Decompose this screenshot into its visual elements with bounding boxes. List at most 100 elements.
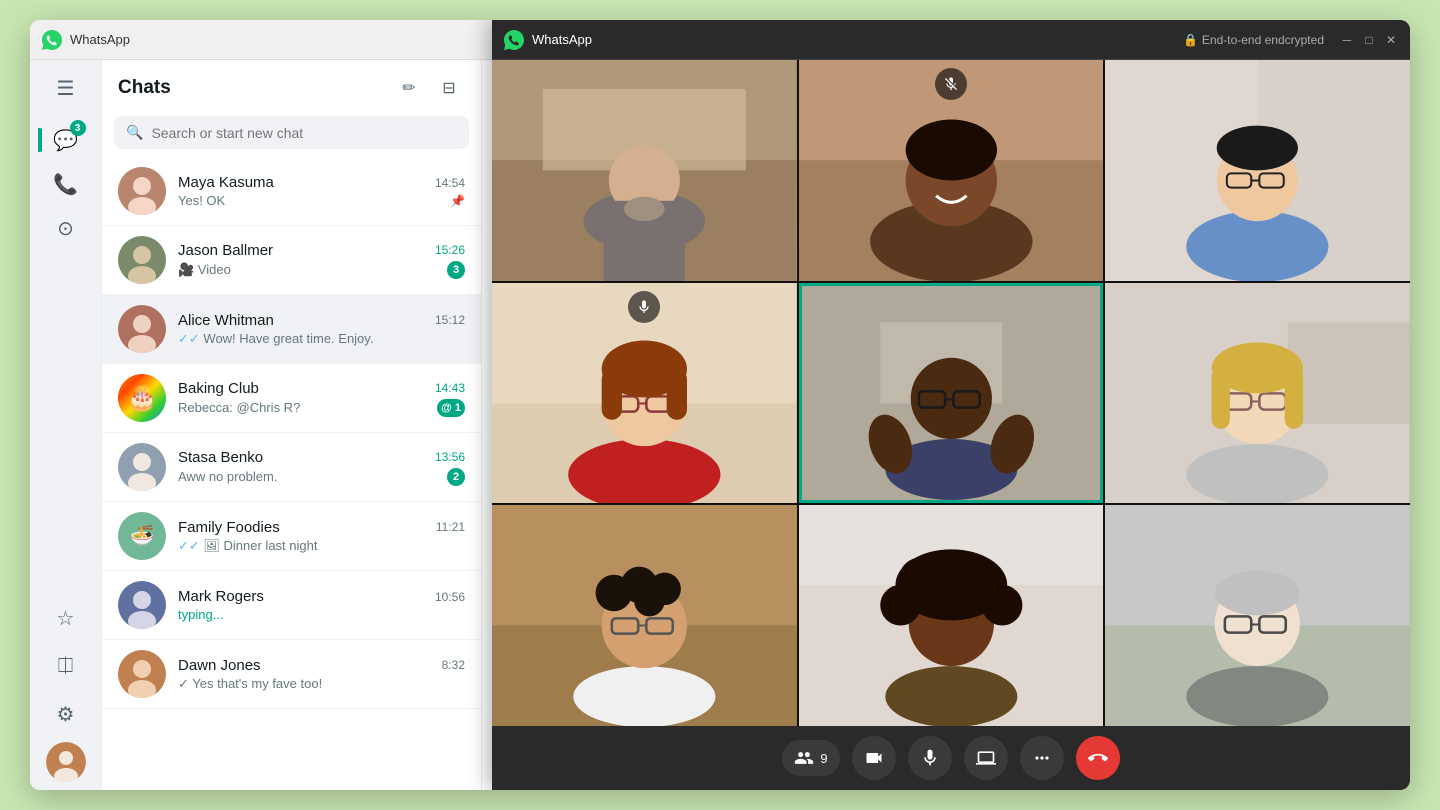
sidebar-item-archived[interactable]: ⎅	[46, 646, 86, 686]
screen-share-button[interactable]	[964, 736, 1008, 780]
avatar	[118, 581, 166, 629]
list-item[interactable]: Alice Whitman 15:12 ✓✓ Wow! Have great t…	[102, 295, 481, 364]
sidebar-item-status[interactable]: ⊙	[46, 208, 86, 248]
avatar: 🎂	[118, 374, 166, 422]
search-bar: 🔍	[114, 116, 469, 149]
mute-indicator	[935, 68, 967, 100]
video-controls: 9	[492, 726, 1410, 790]
avatar: 🍜	[118, 512, 166, 560]
chat-time: 10:56	[435, 590, 465, 604]
participants-icon	[794, 748, 814, 768]
chat-name: Jason Ballmer	[178, 242, 273, 259]
avatar	[118, 236, 166, 284]
chat-info: Maya Kasuma 14:54 Yes! OK 📌	[178, 174, 465, 208]
chat-info: Mark Rogers 10:56 typing...	[178, 588, 465, 622]
main-window: WhatsApp ─ □ ✕ ☰ 💬 3 📞 ⊙	[30, 20, 1410, 790]
mute-indicator	[628, 291, 660, 323]
search-icon: 🔍	[126, 124, 143, 141]
list-item[interactable]: Mark Rogers 10:56 typing...	[102, 571, 481, 640]
filter-button[interactable]: ⊟	[433, 72, 465, 104]
chat-time: 15:26	[435, 243, 465, 257]
sidebar-item-chats[interactable]: 💬 3	[46, 120, 86, 160]
end-call-button[interactable]	[1076, 736, 1120, 780]
video-call-window: WhatsApp 🔒 End-to-end endcrypted ─ □ ✕	[492, 60, 1410, 790]
chat-preview-row: Aww no problem. 2	[178, 468, 465, 486]
user-avatar[interactable]	[46, 742, 86, 782]
avatar	[118, 305, 166, 353]
chat-list-title: Chats	[118, 77, 171, 99]
chat-time: 15:12	[435, 313, 465, 327]
chat-info: Baking Club 14:43 Rebecca: @Chris R? @ 1	[178, 380, 465, 417]
chat-list: Maya Kasuma 14:54 Yes! OK 📌	[102, 157, 481, 790]
chat-info: Jason Ballmer 15:26 🎥 Video 3	[178, 242, 465, 279]
chat-preview-row: Yes! OK 📌	[178, 193, 465, 208]
chat-name: Baking Club	[178, 380, 259, 397]
chat-info: Stasa Benko 13:56 Aww no problem. 2	[178, 449, 465, 486]
chat-time: 8:32	[442, 658, 465, 672]
list-item[interactable]: Dawn Jones 8:32 ✓ Yes that's my fave too…	[102, 640, 481, 709]
list-item[interactable]: 🎂 Baking Club 14:43 Rebecca: @Chris R? @…	[102, 364, 481, 433]
chats-badge: 3	[70, 120, 86, 136]
chat-name-row: Baking Club 14:43	[178, 380, 465, 397]
chat-preview-row: ✓✓ 🖼 Dinner last night	[178, 538, 465, 554]
chat-info: Dawn Jones 8:32 ✓ Yes that's my fave too…	[178, 657, 465, 692]
list-item[interactable]: Stasa Benko 13:56 Aww no problem. 2	[102, 433, 481, 502]
svg-text:🎂: 🎂	[127, 383, 157, 412]
menu-icon-button[interactable]: ☰	[46, 68, 86, 108]
chat-preview: Aww no problem.	[178, 469, 447, 484]
chat-preview-row: typing...	[178, 607, 465, 622]
chat-name-row: Mark Rogers 10:56	[178, 588, 465, 605]
list-item[interactable]: Maya Kasuma 14:54 Yes! OK 📌	[102, 157, 481, 226]
more-options-button[interactable]	[1020, 736, 1064, 780]
microphone-icon	[920, 748, 940, 768]
chat-preview: ✓ Yes that's my fave too!	[178, 676, 465, 692]
chat-name-row: Family Foodies 11:21	[178, 519, 465, 536]
chat-time: 13:56	[435, 450, 465, 464]
chat-name-row: Stasa Benko 13:56	[178, 449, 465, 466]
chat-preview: 🎥 Video	[178, 262, 447, 278]
unread-badge: 2	[447, 468, 465, 486]
chat-name-row: Dawn Jones 8:32	[178, 657, 465, 674]
search-input[interactable]	[151, 125, 457, 141]
chat-time: 14:43	[435, 381, 465, 395]
chat-list-panel: Chats ✏ ⊟ 🔍	[102, 60, 482, 790]
chat-preview-row: Rebecca: @Chris R? @ 1	[178, 399, 465, 417]
list-item[interactable]: Jason Ballmer 15:26 🎥 Video 3	[102, 226, 481, 295]
video-cell-6	[1105, 283, 1410, 504]
chat-name-row: Maya Kasuma 14:54	[178, 174, 465, 191]
chat-list-header: Chats ✏ ⊟	[102, 60, 481, 116]
whatsapp-logo-icon	[42, 30, 62, 50]
mention-badge: @ 1	[437, 399, 465, 417]
chat-name-row: Alice Whitman 15:12	[178, 312, 465, 329]
sidebar-item-settings[interactable]: ⚙	[46, 694, 86, 734]
video-cell-4	[492, 283, 797, 504]
camera-button[interactable]	[852, 736, 896, 780]
sidebar-item-calls[interactable]: 📞	[46, 164, 86, 204]
screen-share-icon	[976, 748, 996, 768]
more-icon	[1032, 748, 1052, 768]
video-grid	[492, 60, 1410, 726]
video-cell-1	[492, 60, 797, 281]
chat-preview: Yes! OK	[178, 193, 450, 208]
sidebar-item-starred[interactable]: ☆	[46, 598, 86, 638]
chat-preview-row: 🎥 Video 3	[178, 261, 465, 279]
video-cell-9	[1105, 505, 1410, 726]
chat-preview: ✓✓ Wow! Have great time. Enjoy.	[178, 331, 465, 347]
chat-info: Family Foodies 11:21 ✓✓ 🖼 Dinner last ni…	[178, 519, 465, 554]
chat-preview-row: ✓✓ Wow! Have great time. Enjoy.	[178, 331, 465, 347]
chat-preview: typing...	[178, 607, 465, 622]
participants-button[interactable]: 9	[782, 740, 839, 776]
video-cell-8	[799, 505, 1104, 726]
video-cell-3	[1105, 60, 1410, 281]
sidebar: ☰ 💬 3 📞 ⊙ ☆ ⎅ ⚙	[30, 60, 102, 790]
chat-name: Dawn Jones	[178, 657, 261, 674]
header-icons: ✏ ⊟	[393, 72, 465, 104]
chat-name: Stasa Benko	[178, 449, 263, 466]
chat-preview: Rebecca: @Chris R?	[178, 400, 437, 415]
avatar	[118, 167, 166, 215]
video-cell-7	[492, 505, 797, 726]
end-call-icon	[1088, 748, 1108, 768]
microphone-button[interactable]	[908, 736, 952, 780]
new-chat-button[interactable]: ✏	[393, 72, 425, 104]
list-item[interactable]: 🍜 Family Foodies 11:21 ✓✓ 🖼 Dinner last …	[102, 502, 481, 571]
